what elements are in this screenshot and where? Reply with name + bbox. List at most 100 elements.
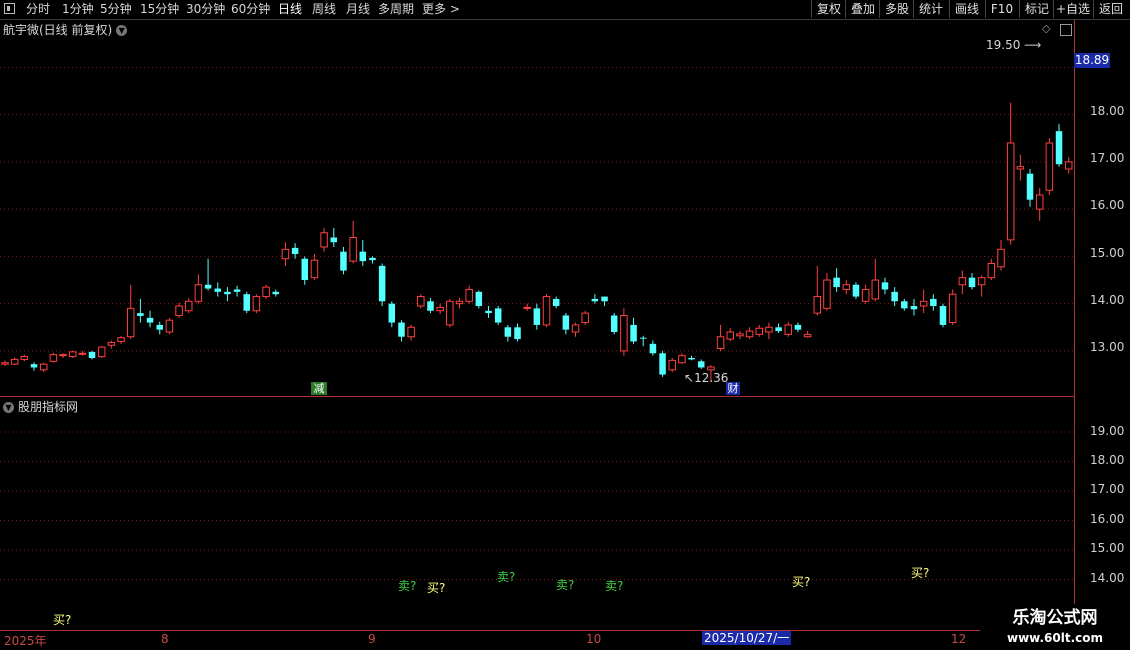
candle-body bbox=[833, 277, 840, 288]
candle-body bbox=[678, 355, 686, 364]
high-price-label: 19.50 ⟶ bbox=[986, 38, 1042, 52]
candle-body bbox=[233, 289, 241, 292]
candle-body bbox=[436, 306, 444, 312]
x-label: 10 bbox=[586, 632, 602, 646]
candle-body bbox=[320, 232, 328, 248]
candle-body bbox=[39, 363, 48, 371]
candle-body bbox=[214, 288, 221, 292]
candle-body bbox=[571, 324, 580, 333]
candle-body bbox=[649, 343, 657, 354]
candle-body bbox=[398, 322, 405, 337]
candle-body bbox=[803, 333, 812, 338]
candle-body bbox=[601, 296, 608, 302]
candle-body bbox=[987, 262, 996, 279]
candle-body bbox=[726, 331, 734, 340]
candle-body bbox=[281, 248, 290, 260]
candle-body bbox=[668, 359, 676, 371]
candle-body bbox=[1035, 194, 1044, 210]
candle-body bbox=[871, 279, 880, 300]
watermark-name: 乐淘公式网 bbox=[1012, 608, 1098, 628]
x-axis-line bbox=[0, 630, 1074, 631]
candle-body bbox=[697, 361, 705, 368]
back-button[interactable]: 返回 bbox=[1093, 0, 1128, 18]
candle-body bbox=[49, 354, 58, 362]
candle-body bbox=[852, 284, 860, 297]
candle-body bbox=[359, 251, 367, 262]
candle-body bbox=[243, 294, 250, 311]
buy-signal: 买? bbox=[792, 575, 811, 589]
candle-body bbox=[291, 247, 299, 255]
candle-body bbox=[485, 310, 492, 314]
indicator-y-label: 14.00 bbox=[1090, 571, 1125, 585]
candle-body bbox=[107, 341, 116, 346]
candle-body bbox=[552, 298, 560, 307]
candle-body bbox=[823, 279, 831, 309]
y-label: 13.00 bbox=[1090, 340, 1125, 354]
candle-body bbox=[958, 277, 967, 286]
candle-body bbox=[736, 333, 744, 337]
candlestick-chart bbox=[0, 66, 1074, 382]
candle-body bbox=[224, 291, 231, 295]
y-label: 15.00 bbox=[1090, 246, 1125, 260]
candle-body bbox=[948, 293, 957, 324]
buy-signal: 买? bbox=[911, 566, 930, 580]
candle-body bbox=[465, 288, 473, 302]
candle-body bbox=[59, 354, 67, 357]
candle-body bbox=[1045, 142, 1054, 191]
candle-body bbox=[252, 296, 261, 312]
candle-body bbox=[340, 251, 347, 271]
candle-body bbox=[755, 327, 764, 335]
candle-body bbox=[349, 236, 357, 262]
sell-signal: 卖? bbox=[605, 579, 624, 593]
candle-body bbox=[630, 324, 637, 342]
candle-body bbox=[1006, 142, 1015, 241]
candle-body bbox=[272, 291, 280, 295]
candle-body bbox=[10, 358, 19, 365]
sell-signal: 卖? bbox=[398, 579, 417, 593]
sell-signal: 卖? bbox=[497, 570, 516, 584]
candle-body bbox=[688, 358, 695, 360]
candle-body bbox=[137, 313, 144, 316]
candle-body bbox=[301, 258, 309, 281]
candle-body bbox=[581, 312, 589, 324]
candle-body bbox=[165, 319, 174, 333]
candle-series bbox=[1, 102, 1073, 382]
candle-body bbox=[20, 356, 29, 360]
indicator-y-label: 15.00 bbox=[1090, 541, 1125, 555]
candle-body bbox=[542, 296, 551, 326]
indicator-y-label: 18.00 bbox=[1090, 453, 1125, 467]
x-label: 12 bbox=[951, 632, 967, 646]
y-label: 16.00 bbox=[1090, 198, 1125, 212]
cai-marker[interactable]: 财 bbox=[726, 382, 740, 395]
candle-body bbox=[427, 301, 434, 311]
candle-body bbox=[765, 326, 773, 333]
candle-body bbox=[446, 300, 454, 326]
candle-body bbox=[117, 337, 125, 342]
candle-body bbox=[523, 306, 531, 309]
candle-body bbox=[610, 315, 618, 333]
candle-body bbox=[533, 308, 541, 325]
indicator-grid bbox=[0, 431, 1074, 580]
candle-body bbox=[930, 298, 937, 307]
watermark: 乐淘公式网 www.60lt.com bbox=[980, 604, 1130, 650]
candle-body bbox=[262, 286, 270, 298]
sell-signal: 卖? bbox=[556, 578, 575, 592]
candle-body bbox=[1016, 166, 1025, 170]
indicator-y-label: 19.00 bbox=[1090, 424, 1125, 438]
watermark-url: www.60lt.com bbox=[1006, 631, 1104, 645]
candle-body bbox=[939, 306, 947, 325]
jian-marker[interactable]: 减 bbox=[311, 382, 327, 395]
candle-body bbox=[514, 327, 521, 340]
x-label: 9 bbox=[368, 632, 376, 646]
candle-body bbox=[775, 327, 782, 332]
candle-body bbox=[310, 259, 319, 279]
candle-body bbox=[842, 284, 851, 290]
candle-body bbox=[388, 303, 396, 323]
x-label: 8 bbox=[161, 632, 169, 646]
buy-signal: 买? bbox=[53, 613, 72, 627]
candle-body bbox=[659, 353, 666, 375]
axis-divider bbox=[1074, 19, 1075, 631]
candle-body bbox=[591, 298, 599, 302]
current-price-tag: 18.89 bbox=[1074, 53, 1110, 68]
y-label: 14.00 bbox=[1090, 293, 1125, 307]
